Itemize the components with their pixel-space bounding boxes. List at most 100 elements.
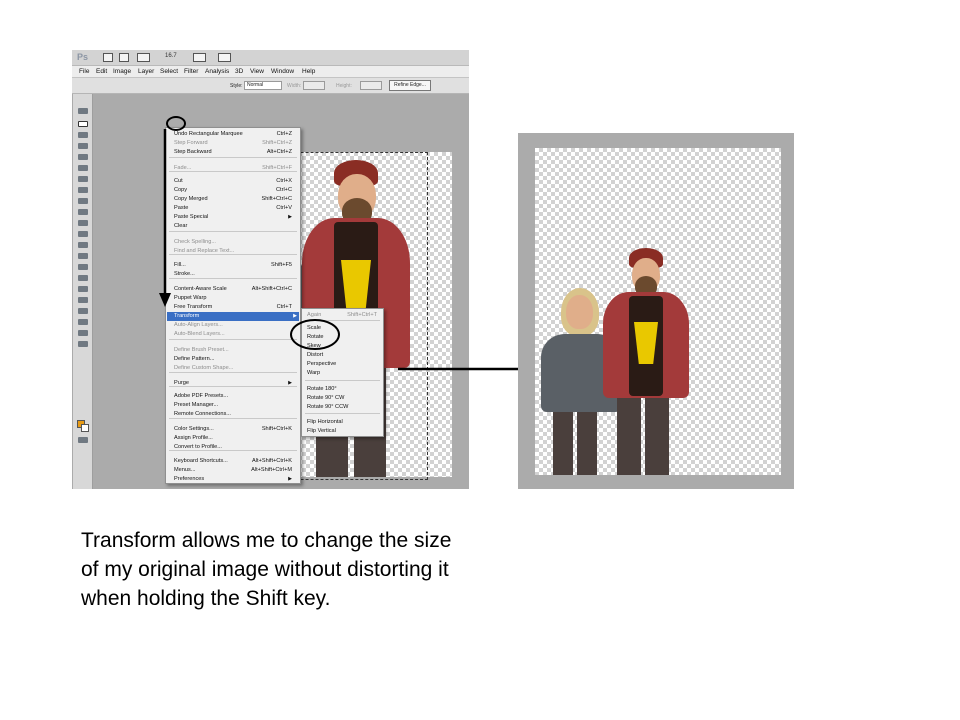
mini-bridge-icon[interactable]: [119, 53, 129, 62]
menu-separator: [169, 278, 297, 279]
zoom-tool-icon[interactable]: [78, 341, 88, 347]
edit-menu-item-menus[interactable]: Menus... Alt+Shift+Ctrl+M: [174, 466, 294, 475]
edit-menu-item-auto-blend-layers: Auto-Blend Layers...: [174, 330, 294, 339]
edit-menu-item-copy[interactable]: Copy Ctrl+C: [174, 186, 294, 195]
menu-view[interactable]: View: [250, 68, 264, 75]
3d-rotate-tool-icon[interactable]: [78, 308, 88, 314]
eraser-tool-icon[interactable]: [78, 220, 88, 226]
healing-brush-tool-icon[interactable]: [78, 176, 88, 182]
gradient-tool-icon[interactable]: [78, 231, 88, 237]
edit-menu-item-puppet-warp[interactable]: Puppet Warp: [174, 294, 294, 303]
edit-menu-item-adobe-pdf-presets[interactable]: Adobe PDF Presets...: [174, 392, 294, 401]
edit-menu-item-keyboard-shortcuts[interactable]: Keyboard Shortcuts... Alt+Shift+Ctrl+K: [174, 457, 294, 466]
menu-image[interactable]: Image: [113, 68, 131, 75]
menu-analysis[interactable]: Analysis: [205, 68, 229, 75]
menu-item-label: Auto-Blend Layers...: [174, 331, 225, 337]
crop-tool-icon[interactable]: [78, 154, 88, 160]
menu-edit[interactable]: Edit: [96, 68, 107, 75]
result-photo-man: [599, 248, 699, 475]
dodge-tool-icon[interactable]: [78, 253, 88, 259]
menu-item-label: Preset Manager...: [174, 402, 219, 408]
menu-item-label: Free Transform: [174, 304, 213, 310]
transform-item-rotate-90-cw[interactable]: Rotate 90° CW: [307, 394, 379, 403]
transform-item-distort[interactable]: Distort: [307, 351, 379, 360]
menu-item-shortcut: Ctrl+X: [276, 178, 292, 184]
edit-menu-item-auto-align-layers: Auto-Align Layers...: [174, 321, 294, 330]
edit-menu-item-preferences[interactable]: Preferences ▶: [174, 475, 294, 484]
edit-menu-item-clear[interactable]: Clear: [174, 222, 294, 231]
pen-tool-icon[interactable]: [78, 264, 88, 270]
zoom-level[interactable]: 16.7: [165, 53, 177, 59]
tools-panel: [73, 94, 93, 489]
edit-menu-item-copy-merged[interactable]: Copy Merged Shift+Ctrl+C: [174, 195, 294, 204]
move-tool-icon[interactable]: [78, 108, 88, 114]
menu-separator: [169, 231, 297, 232]
menu-select[interactable]: Select: [160, 68, 178, 75]
edit-menu-item-assign-profile[interactable]: Assign Profile...: [174, 434, 294, 443]
transform-item-rotate-90-ccw[interactable]: Rotate 90° CCW: [307, 403, 379, 412]
type-tool-icon[interactable]: [78, 275, 88, 281]
menu-item-shortcut: Alt+Ctrl+Z: [266, 149, 292, 155]
hand-tool-icon[interactable]: [78, 330, 88, 336]
background-color-swatch[interactable]: [81, 424, 89, 432]
transform-item-rotate-180[interactable]: Rotate 180°: [307, 385, 379, 394]
photoshop-screenshot: Ps 16.7 File Edit Image Layer Select Fil…: [72, 50, 469, 489]
menu-item-shortcut: Ctrl+C: [275, 187, 292, 193]
annotation-arrow-down-icon: [159, 129, 171, 307]
refine-edge-button[interactable]: Refine Edge...: [389, 80, 431, 91]
lasso-tool-icon[interactable]: [78, 132, 88, 138]
edit-menu-item-cut[interactable]: Cut Ctrl+X: [174, 177, 294, 186]
style-label: Style:: [230, 83, 243, 89]
shape-tool-icon[interactable]: [78, 297, 88, 303]
marquee-tool-icon[interactable]: [78, 121, 88, 127]
edit-menu-item-define-pattern[interactable]: Define Pattern...: [174, 355, 294, 364]
arrange-documents-icon[interactable]: [193, 53, 206, 62]
menu-item-shortcut: Shift+Ctrl+C: [261, 196, 292, 202]
edit-menu-item-undo-rectangular-marquee[interactable]: Undo Rectangular Marquee Ctrl+Z: [174, 130, 294, 139]
style-select[interactable]: Normal: [244, 81, 282, 90]
brush-tool-icon[interactable]: [78, 187, 88, 193]
menu-item-label: Define Custom Shape...: [174, 365, 234, 371]
menu-item-label: Clear: [174, 223, 188, 229]
edit-menu-item-step-backward[interactable]: Step Backward Alt+Ctrl+Z: [174, 148, 294, 157]
path-selection-tool-icon[interactable]: [78, 286, 88, 292]
eyedropper-tool-icon[interactable]: [78, 165, 88, 171]
menu-item-label: Check Spelling...: [174, 239, 216, 245]
clone-stamp-tool-icon[interactable]: [78, 198, 88, 204]
menu-item-label: Puppet Warp: [174, 295, 207, 301]
menu-window[interactable]: Window: [271, 68, 294, 75]
edit-menu-item-define-brush-preset: Define Brush Preset...: [174, 346, 294, 355]
edit-menu-item-paste-special[interactable]: Paste Special ▶: [174, 213, 294, 222]
transform-item-perspective[interactable]: Perspective: [307, 360, 379, 369]
transform-item-flip-horizontal[interactable]: Flip Horizontal: [307, 418, 379, 427]
bridge-icon[interactable]: [103, 53, 113, 62]
menu-file[interactable]: File: [79, 68, 89, 75]
3d-orbit-tool-icon[interactable]: [78, 319, 88, 325]
screen-mode-icon[interactable]: [218, 53, 231, 62]
edit-menu-item-color-settings[interactable]: Color Settings... Shift+Ctrl+K: [174, 425, 294, 434]
menu-help[interactable]: Help: [302, 68, 315, 75]
menu-filter[interactable]: Filter: [184, 68, 198, 75]
blur-tool-icon[interactable]: [78, 242, 88, 248]
transform-item-flip-vertical[interactable]: Flip Vertical: [307, 427, 379, 436]
edit-menu-item-content-aware-scale[interactable]: Content-Aware Scale Alt+Shift+Ctrl+C: [174, 285, 294, 294]
menu-item-label: Copy Merged: [174, 196, 208, 202]
edit-menu-item-fill[interactable]: Fill... Shift+F5: [174, 261, 294, 270]
menu-3d[interactable]: 3D: [235, 68, 243, 75]
menu-item-label: Distort: [307, 352, 324, 358]
edit-menu-item-paste[interactable]: Paste Ctrl+V: [174, 204, 294, 213]
view-extras-icon[interactable]: [137, 53, 150, 62]
height-field[interactable]: [360, 81, 382, 90]
application-bar: Ps 16.7: [72, 50, 469, 66]
menu-item-label: Step Backward: [174, 149, 212, 155]
edit-menu-item-transform[interactable]: Transform ▶: [167, 312, 299, 321]
quick-mask-icon[interactable]: [78, 437, 88, 443]
history-brush-tool-icon[interactable]: [78, 209, 88, 215]
menu-layer[interactable]: Layer: [138, 68, 154, 75]
transform-item-warp[interactable]: Warp: [307, 369, 379, 378]
menu-item-label: Cut: [174, 178, 183, 184]
edit-menu-item-free-transform[interactable]: Free Transform Ctrl+T: [174, 303, 294, 312]
edit-menu-item-preset-manager[interactable]: Preset Manager...: [174, 401, 294, 410]
width-field[interactable]: [303, 81, 325, 90]
quick-selection-tool-icon[interactable]: [78, 143, 88, 149]
